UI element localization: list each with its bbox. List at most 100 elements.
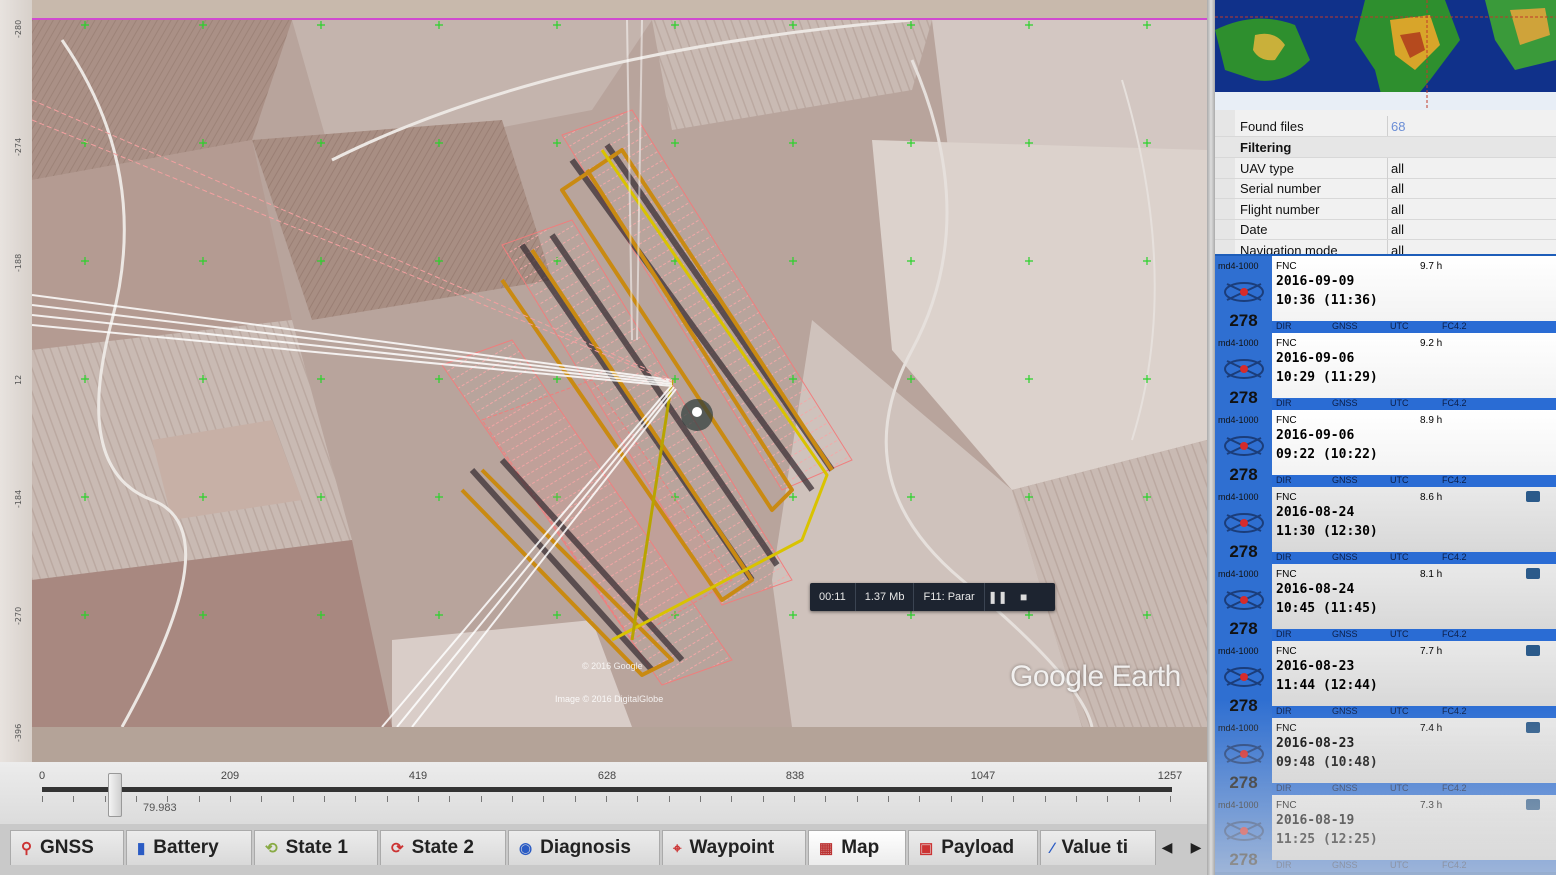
camera-icon: [1526, 568, 1540, 579]
property-category-label: Filtering: [1240, 140, 1292, 155]
timeline-slider-thumb[interactable]: [108, 773, 122, 817]
drone-icon: [1223, 276, 1265, 313]
property-category-filtering[interactable]: Filtering: [1215, 137, 1556, 158]
property-value[interactable]: all: [1391, 181, 1404, 196]
flight-list-item[interactable]: md4-1000 278 FNC 8.6 h 2016-08-24 11:30 (12:3…: [1215, 487, 1556, 564]
flight-mode: FNC: [1276, 261, 1297, 272]
drone-icon: [1223, 353, 1265, 390]
tab-value-time[interactable]: ∕ Value ti: [1040, 830, 1156, 865]
timeline-minor-tick: [919, 796, 921, 802]
flight-mode: FNC: [1276, 415, 1297, 426]
tab-waypoint[interactable]: ⌖ Waypoint: [662, 830, 806, 865]
property-value[interactable]: all: [1391, 202, 1404, 217]
property-value[interactable]: all: [1391, 222, 1404, 237]
tab-scroll-right-icon[interactable]: ▶: [1183, 832, 1209, 862]
timeline-minor-tick: [888, 796, 889, 802]
property-row-serial-number[interactable]: Serial number all: [1215, 178, 1556, 199]
timeline-current-value: 79.983: [143, 802, 177, 814]
ruler-label: -270: [14, 606, 23, 625]
drone-icon: [1223, 507, 1265, 544]
flight-list-item[interactable]: md4-1000 278 FNC 7.7 h 2016-08-23 11:44 (12:4…: [1215, 641, 1556, 718]
timeline-minor-tick: [794, 796, 795, 802]
timeline-minor-tick: [1076, 796, 1077, 802]
map-top-band: [32, 0, 1207, 20]
timeline-minor-tick: [700, 796, 701, 802]
tab-state-2[interactable]: ⟳ State 2: [380, 830, 506, 865]
flight-tag: GNSS: [1332, 321, 1358, 331]
flight-mode: FNC: [1276, 569, 1297, 580]
flight-list-item[interactable]: md4-1000 278 FNC 9.7 h 2016-09-09 10:36 (11:3…: [1215, 256, 1556, 333]
ruler-label: -396: [14, 723, 23, 742]
flight-list-item[interactable]: md4-1000 278 FNC 8.9 h 2016-09-06 09:22 (10:2…: [1215, 410, 1556, 487]
tab-label: Battery: [153, 837, 219, 858]
timeline-minor-tick: [73, 796, 75, 802]
flight-tag: DIR: [1276, 629, 1292, 639]
tab-label: Diagnosis: [540, 837, 631, 858]
flight-timeline[interactable]: 0 209 419 628 838 1047 1257: [0, 762, 1207, 824]
map-icon: ▦: [819, 840, 834, 857]
flight-tag: GNSS: [1332, 629, 1358, 639]
property-value[interactable]: all: [1391, 243, 1404, 254]
flight-list-item[interactable]: md4-1000 278 FNC 7.4 h 2016-08-23 09:48 (10:4…: [1215, 718, 1556, 795]
flight-time: 11:44 (12:44): [1276, 678, 1378, 693]
state-icon: ⟲: [265, 840, 278, 857]
tab-payload[interactable]: ▣ Payload: [908, 830, 1038, 865]
flight-list-item[interactable]: md4-1000 278 FNC 9.2 h 2016-09-06 10:29 (11:2…: [1215, 333, 1556, 410]
payload-icon: ▣: [919, 840, 934, 857]
stop-icon[interactable]: ■: [1011, 583, 1037, 611]
flight-details: FNC 8.9 h 2016-09-06 09:22 (10:22): [1272, 410, 1556, 475]
recording-stop-shortcut[interactable]: F11: Parar: [914, 583, 985, 611]
drone-icon: [1223, 430, 1265, 467]
property-divider: [1387, 158, 1388, 178]
property-row-uav-type[interactable]: UAV type all: [1215, 158, 1556, 179]
flight-serial: 278: [1229, 542, 1258, 561]
tab-label: GNSS: [40, 837, 94, 858]
flight-tag: DIR: [1276, 475, 1292, 485]
timeline-minor-tick: [543, 796, 545, 802]
timeline-minor-tick: [104, 796, 106, 802]
uav-model: md4-1000: [1218, 723, 1259, 733]
timeline-minor-tick: [668, 796, 670, 802]
flight-duration: 9.2 h: [1420, 338, 1443, 349]
world-overview-map[interactable]: [1215, 0, 1556, 110]
flight-duration: 8.1 h: [1420, 569, 1443, 580]
flight-mode: FNC: [1276, 800, 1297, 811]
flight-tag: DIR: [1276, 398, 1292, 408]
tab-battery[interactable]: ▮ Battery: [126, 830, 252, 865]
flight-tags: DIR GNSS UTC FC4.2: [1272, 860, 1556, 872]
tab-scroll-left-icon[interactable]: ◀: [1154, 832, 1180, 862]
flight-tag: GNSS: [1332, 552, 1358, 562]
tab-diagnosis[interactable]: ◉ Diagnosis: [508, 830, 660, 865]
flight-list-item[interactable]: md4-1000 278 FNC 7.3 h 2016-08-19 11:25 (12:2…: [1215, 795, 1556, 872]
flight-tags: DIR GNSS UTC FC4.2: [1272, 629, 1556, 641]
tab-state-1[interactable]: ⟲ State 1: [254, 830, 378, 865]
tab-gnss[interactable]: ⚲ GNSS: [10, 830, 124, 865]
panel-splitter[interactable]: [1207, 0, 1215, 875]
property-value[interactable]: all: [1391, 161, 1404, 176]
map-view[interactable]: -280 -274 -188 12 -184 -270 -396 © 2016 …: [0, 0, 1207, 762]
flight-details: FNC 7.7 h 2016-08-23 11:44 (12:44): [1272, 641, 1556, 706]
flight-serial: 278: [1229, 696, 1258, 715]
pause-icon[interactable]: ❚❚: [985, 583, 1011, 611]
timeline-minor-tick: [418, 796, 419, 802]
property-divider: [1387, 116, 1388, 136]
flight-list-item[interactable]: md4-1000 278 FNC 8.1 h 2016-08-24 10:45 (11:4…: [1215, 564, 1556, 641]
tab-map[interactable]: ▦ Map: [808, 830, 906, 865]
flight-mode: FNC: [1276, 646, 1297, 657]
property-divider: [1387, 178, 1388, 198]
property-row-date[interactable]: Date all: [1215, 219, 1556, 240]
timeline-tick: 1257: [1157, 770, 1183, 782]
timeline-minor-tick: [261, 796, 263, 802]
property-row-navigation-mode[interactable]: Navigation mode all: [1215, 240, 1556, 254]
timeline-minor-tick: [856, 796, 858, 802]
satellite-map[interactable]: [32, 20, 1207, 727]
property-row-flight-number[interactable]: Flight number all: [1215, 199, 1556, 220]
timeline-minor-tick: [606, 796, 607, 802]
property-key: Navigation mode: [1240, 243, 1338, 254]
flight-tag: UTC: [1390, 629, 1409, 639]
uav-model: md4-1000: [1218, 492, 1259, 502]
flight-tag: UTC: [1390, 475, 1409, 485]
timeline-track[interactable]: [42, 787, 1172, 792]
flight-thumbnail: md4-1000 278: [1215, 333, 1272, 410]
flight-mode: FNC: [1276, 338, 1297, 349]
